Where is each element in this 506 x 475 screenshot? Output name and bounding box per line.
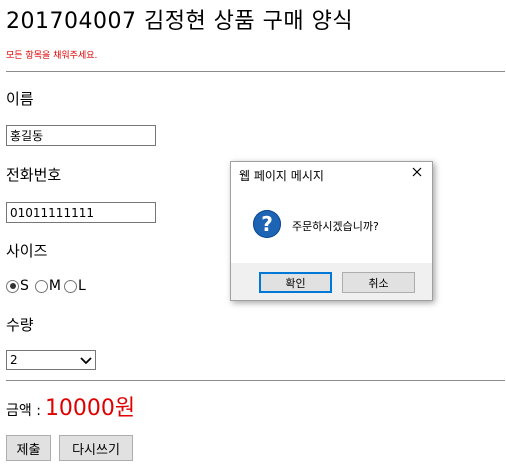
size-radio-l[interactable] xyxy=(63,279,77,293)
dialog-title: 웹 페이지 메시지 xyxy=(239,169,324,183)
ok-button[interactable]: 확인 xyxy=(259,272,332,293)
size-option-label: S xyxy=(20,278,29,294)
amount-value: 10000원 xyxy=(44,396,136,421)
confirm-dialog: 웹 페이지 메시지 ? 주문하시겠습니까? 확인 취소 xyxy=(230,161,433,301)
amount-row: 금액 : 10000원 xyxy=(6,390,135,422)
qty-select[interactable]: 2 xyxy=(6,350,96,370)
qty-label: 수량 xyxy=(6,316,34,334)
dialog-message: 주문하시겠습니까? xyxy=(292,220,379,233)
name-label: 이름 xyxy=(6,90,34,108)
chevron-down-icon xyxy=(80,357,92,365)
phone-input[interactable] xyxy=(6,202,156,223)
required-notice: 모든 항목을 채워주세요. xyxy=(6,51,98,61)
page-title: 201704007 김정현 상품 구매 양식 xyxy=(6,9,354,34)
size-radio-s[interactable] xyxy=(6,279,19,293)
top-divider xyxy=(6,71,505,72)
bottom-divider xyxy=(6,380,505,381)
size-option-label: L xyxy=(77,278,86,294)
amount-label: 금액 : xyxy=(6,403,41,419)
name-input[interactable] xyxy=(6,125,156,146)
submit-button[interactable]: 제출 xyxy=(6,435,51,461)
size-label: 사이즈 xyxy=(6,242,48,260)
dialog-footer: 확인 취소 xyxy=(231,263,432,300)
close-icon[interactable] xyxy=(410,165,424,179)
phone-label: 전화번호 xyxy=(6,166,62,184)
size-radio-m[interactable] xyxy=(34,279,48,293)
reset-button[interactable]: 다시쓰기 xyxy=(59,435,133,461)
size-radio-group: S M L xyxy=(6,278,89,294)
size-option-label: M xyxy=(48,278,61,294)
question-icon: ? xyxy=(253,210,281,238)
qty-selected-value: 2 xyxy=(10,353,18,367)
cancel-button[interactable]: 취소 xyxy=(342,272,415,293)
